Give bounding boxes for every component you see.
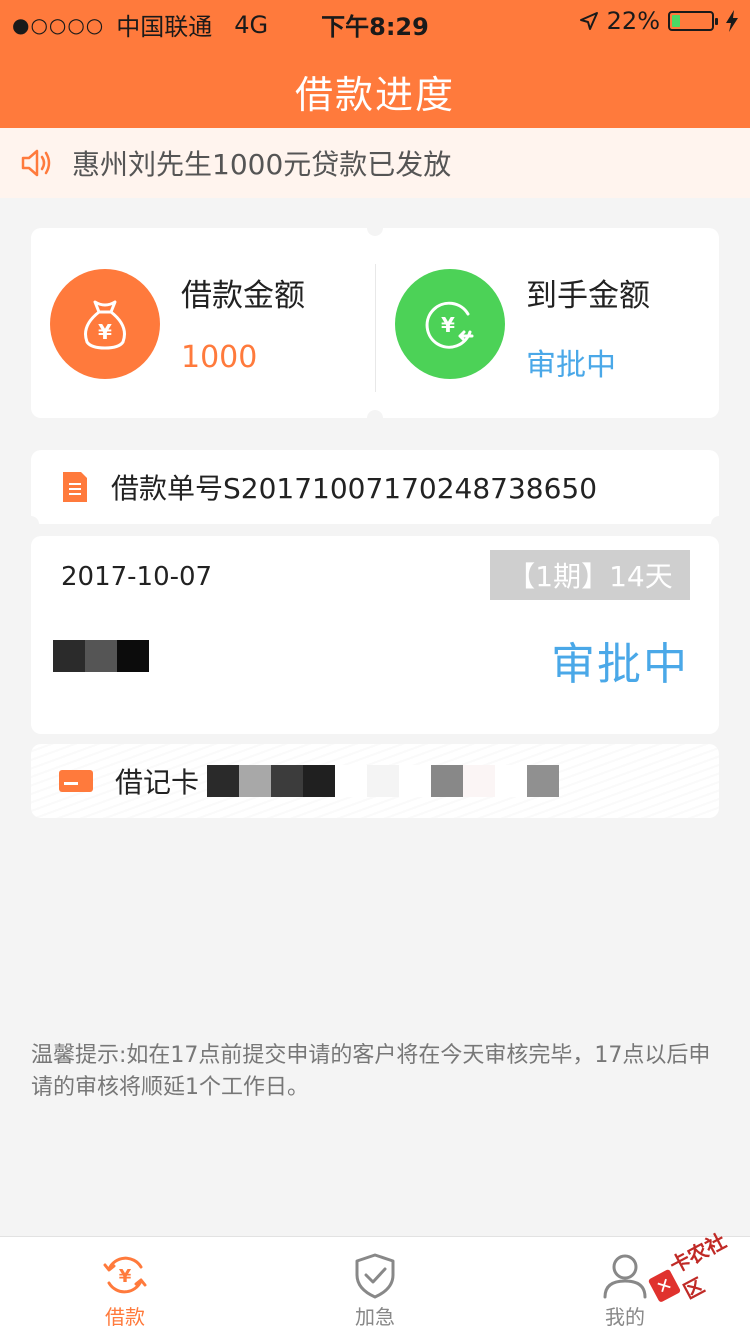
bank-card-row: 借记卡 (31, 744, 719, 818)
card-notch (367, 220, 383, 236)
term-badge: 【1期】14天 (490, 550, 690, 600)
document-icon (63, 472, 87, 502)
battery-percent: 22% (606, 7, 660, 35)
tip-text: 温馨提示:如在17点前提交申请的客户将在今天审核完毕，17点以后申请的审核将顺延… (31, 1043, 711, 1100)
loan-amount-label: 借款金额 (181, 278, 305, 314)
tab-loan[interactable]: ¥ 借款 (0, 1237, 250, 1334)
received-amount-value: 审批中 (526, 348, 616, 383)
shield-check-icon (355, 1253, 395, 1299)
received-amount-label: 到手金额 (526, 278, 650, 314)
yuan-return-icon: ¥ (395, 269, 505, 379)
location-arrow-icon (579, 12, 598, 30)
card-notch (711, 516, 727, 532)
notice-text: 惠州刘先生1000元贷款已发放 (72, 148, 452, 181)
redacted-name (53, 640, 149, 672)
tab-label: 借款 (105, 1305, 145, 1329)
svg-text:¥: ¥ (98, 320, 112, 344)
tab-label: 加急 (355, 1305, 395, 1329)
redacted-card-number (207, 765, 560, 797)
approval-status: 审批中 (551, 639, 689, 690)
battery-icon (668, 11, 718, 31)
status-bar: ●○○○○ 中国联通 4G 下午8:29 22% (0, 0, 750, 44)
svg-text:¥: ¥ (119, 1266, 132, 1287)
tab-bar: ¥ 借款 加急 我的 (0, 1236, 750, 1334)
divider (375, 264, 376, 392)
loan-amount-value: 1000 (181, 340, 258, 375)
battery-level (672, 15, 681, 27)
loan-cycle-icon: ¥ (103, 1256, 147, 1294)
svg-text:¥: ¥ (441, 313, 455, 337)
notice-banner: 惠州刘先生1000元贷款已发放 (0, 128, 750, 198)
speaker-icon (21, 149, 51, 177)
loan-date: 2017-10-07 (61, 562, 213, 592)
order-number-card: 借款单号S20171007170248738650 (23, 450, 727, 532)
tab-urgent[interactable]: 加急 (250, 1237, 500, 1334)
bank-card-label: 借记卡 (115, 766, 200, 799)
amount-card: ¥ 借款金额 1000 ¥ 到手金额 审批中 (31, 220, 719, 426)
charging-bolt-icon (726, 10, 738, 32)
page-title: 借款进度 (294, 73, 455, 117)
loan-detail-card[interactable]: 2017-10-07 【1期】14天 审批中 (31, 536, 719, 734)
nav-bar: 借款进度 (0, 44, 750, 128)
card-notch (23, 516, 39, 532)
order-number: 借款单号S20171007170248738650 (111, 472, 598, 505)
card-notch (367, 410, 383, 426)
tab-label: 我的 (605, 1305, 645, 1329)
person-icon (603, 1254, 647, 1299)
bank-card-icon (59, 770, 93, 792)
money-bag-icon: ¥ (50, 269, 160, 379)
